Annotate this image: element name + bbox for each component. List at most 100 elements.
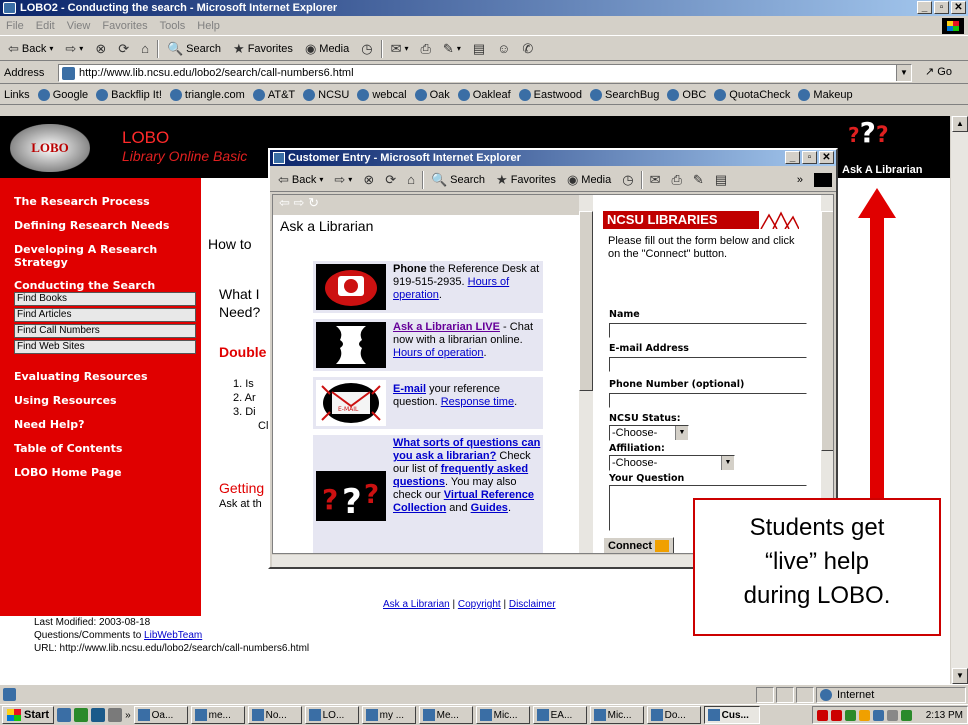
link-makeup[interactable]: Makeup	[798, 88, 853, 101]
start-button[interactable]: Start	[2, 706, 55, 724]
menu-view[interactable]: View	[67, 20, 91, 32]
link-oakleaf[interactable]: Oakleaf	[457, 88, 511, 101]
task-button[interactable]: Mic...	[475, 706, 530, 724]
footer-copyright-link[interactable]: Copyright	[458, 599, 501, 610]
phone-field[interactable]	[609, 393, 807, 408]
scroll-down-arrow-icon[interactable]: ▼	[952, 668, 968, 684]
quicklaunch-app-icon[interactable]	[91, 708, 106, 722]
nav-defining-needs[interactable]: Defining Research Needs	[14, 219, 169, 232]
popup-maximize-button[interactable]: ▫	[802, 151, 817, 164]
live-hours-link[interactable]: Hours of operation	[393, 347, 484, 359]
popup-more-chevron-icon[interactable]: »	[793, 170, 807, 190]
popup-print-button[interactable]: ⎙	[668, 170, 686, 190]
response-time-link[interactable]: Response time	[441, 396, 514, 408]
footer-disclaimer-link[interactable]: Disclaimer	[509, 599, 556, 610]
edit-button[interactable]: ✎ ▾	[439, 39, 465, 59]
left-frame-scrollbar[interactable]	[579, 195, 593, 553]
link-triangle[interactable]: triangle.com	[169, 88, 245, 101]
minimize-button[interactable]: _	[917, 1, 932, 14]
favorites-button[interactable]: ★ Favorites	[229, 39, 297, 59]
footer-ask-librarian-link[interactable]: Ask a Librarian	[383, 599, 450, 610]
frame-reload-icon[interactable]: ↻	[308, 195, 319, 210]
print-button[interactable]: ⎙	[417, 39, 435, 59]
task-button[interactable]: my ...	[361, 706, 416, 724]
quicklaunch-ie-icon[interactable]	[57, 708, 72, 722]
tray-icon[interactable]	[817, 709, 828, 721]
left-frame-scroll-thumb[interactable]	[579, 211, 593, 391]
maximize-button[interactable]: ▫	[934, 1, 949, 14]
connect-button[interactable]: Connect	[603, 537, 675, 553]
media-button[interactable]: ◉ Media	[301, 39, 353, 59]
nav-find-web-sites[interactable]: Find Web Sites	[14, 340, 196, 354]
messenger-button[interactable]: ☺	[493, 39, 514, 59]
refresh-button[interactable]: ⟳	[114, 39, 133, 59]
guides-link[interactable]: Guides	[471, 502, 508, 514]
nav-using-resources[interactable]: Using Resources	[14, 394, 117, 407]
address-dropdown-button[interactable]: ▼	[896, 65, 911, 81]
link-backflip[interactable]: Backflip It!	[96, 88, 162, 101]
link-ncsu[interactable]: NCSU	[303, 88, 349, 101]
history-button[interactable]: ◷	[357, 39, 376, 59]
go-button[interactable]: ↗ Go	[925, 65, 952, 78]
quicklaunch-app-icon[interactable]	[74, 708, 89, 722]
discuss-button[interactable]: ▤	[469, 39, 489, 59]
link-oak[interactable]: Oak	[414, 88, 450, 101]
task-button[interactable]: No...	[247, 706, 302, 724]
task-button-active[interactable]: Cus...	[703, 706, 760, 724]
nav-evaluating-resources[interactable]: Evaluating Resources	[14, 370, 148, 383]
address-input[interactable]: http://www.lib.ncsu.edu/lobo2/search/cal…	[58, 64, 912, 82]
popup-mail-button[interactable]: ✉	[646, 170, 665, 190]
task-button[interactable]: Mic...	[589, 706, 644, 724]
nav-table-of-contents[interactable]: Table of Contents	[14, 442, 122, 455]
mail-button[interactable]: ✉ ▾	[387, 39, 413, 59]
tray-icon[interactable]	[901, 709, 912, 721]
footer-libwebteam-link[interactable]: LibWebTeam	[144, 630, 202, 641]
link-quotacheck[interactable]: QuotaCheck	[714, 88, 790, 101]
menu-tools[interactable]: Tools	[160, 20, 186, 32]
email-field[interactable]	[609, 357, 807, 372]
name-field[interactable]	[609, 323, 807, 338]
menu-file[interactable]: File	[6, 20, 24, 32]
nav-developing-strategy[interactable]: Developing A Research Strategy	[14, 243, 184, 269]
link-webcal[interactable]: webcal	[357, 88, 407, 101]
popup-search-button[interactable]: 🔍 Search	[427, 170, 489, 190]
question-marks-icon[interactable]: ???	[848, 116, 889, 149]
nav-find-articles[interactable]: Find Articles	[14, 308, 196, 322]
home-button[interactable]: ⌂	[137, 39, 153, 59]
menu-help[interactable]: Help	[197, 20, 220, 32]
search-button[interactable]: 🔍 Search	[163, 39, 225, 59]
popup-discuss-button[interactable]: ▤	[711, 170, 731, 190]
email-link[interactable]: E-mail	[393, 383, 426, 395]
close-button[interactable]: ✕	[951, 1, 966, 14]
quicklaunch-more-icon[interactable]: »	[125, 710, 131, 721]
nav-need-help[interactable]: Need Help?	[14, 418, 85, 431]
page-vertical-scrollbar[interactable]: ▲ ▼	[950, 116, 968, 684]
nav-lobo-home[interactable]: LOBO Home Page	[14, 466, 122, 479]
popup-close-button[interactable]: ✕	[819, 151, 834, 164]
popup-forward-button[interactable]: ⇨ ▾	[330, 170, 356, 190]
clock[interactable]: 2:13 PM	[926, 710, 963, 721]
task-button[interactable]: EA...	[532, 706, 587, 724]
tray-icon[interactable]	[845, 709, 856, 721]
scroll-up-arrow-icon[interactable]: ▲	[952, 116, 968, 132]
nav-find-books[interactable]: Find Books	[14, 292, 196, 306]
popup-minimize-button[interactable]: _	[785, 151, 800, 164]
popup-back-button[interactable]: ⇦ Back ▾	[274, 170, 327, 190]
task-button[interactable]: Me...	[418, 706, 473, 724]
menu-edit[interactable]: Edit	[36, 20, 55, 32]
task-button[interactable]: me...	[190, 706, 245, 724]
popup-refresh-button[interactable]: ⟳	[381, 170, 400, 190]
right-frame-scroll-thumb[interactable]	[821, 211, 833, 451]
popup-history-button[interactable]: ◷	[618, 170, 637, 190]
link-google[interactable]: Google	[37, 88, 88, 101]
research-button[interactable]: ✆	[518, 39, 537, 59]
tray-icon[interactable]	[887, 709, 898, 721]
popup-home-button[interactable]: ⌂	[403, 170, 419, 190]
back-button[interactable]: ⇦ Back ▾	[4, 39, 57, 59]
link-obc[interactable]: OBC	[667, 88, 706, 101]
popup-favorites-button[interactable]: ★ Favorites	[492, 170, 560, 190]
task-button[interactable]: LO...	[304, 706, 359, 724]
popup-media-button[interactable]: ◉ Media	[563, 170, 615, 190]
frame-forward-icon[interactable]: ⇨	[294, 195, 305, 210]
popup-titlebar[interactable]: Customer Entry - Microsoft Internet Expl…	[270, 150, 836, 166]
